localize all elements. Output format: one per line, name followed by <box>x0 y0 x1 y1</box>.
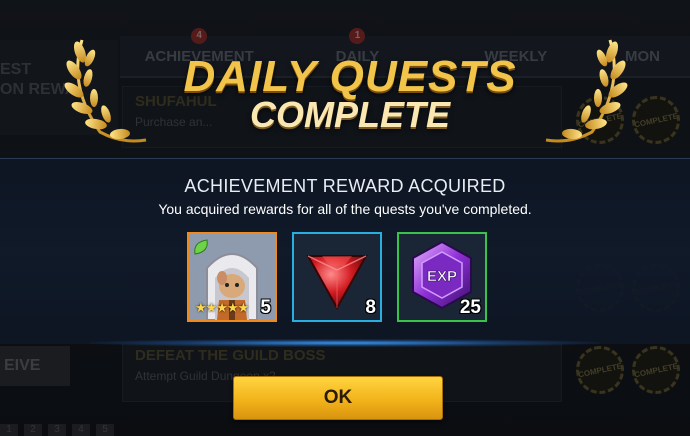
svg-text:EXP: EXP <box>427 268 457 285</box>
star-rating: ★★★★★ <box>195 300 249 315</box>
leaf-element-icon <box>194 239 208 255</box>
reward-slot-exp[interactable]: EXP 25 <box>397 232 487 322</box>
panel-glow <box>90 339 600 347</box>
reward-description: You acquired rewards for all of the ques… <box>158 201 532 217</box>
laurel-left-icon <box>64 39 147 143</box>
modal-title-sub: COMPLETE <box>249 94 450 135</box>
reward-count: 8 <box>365 297 376 318</box>
reward-count: 25 <box>459 297 481 318</box>
reward-slot-hero[interactable]: ★★★★★ 5 <box>187 232 277 322</box>
reward-count: 5 <box>260 297 271 318</box>
reward-heading: ACHIEVEMENT REWARD ACQUIRED <box>184 176 506 196</box>
reward-slot-gem[interactable]: 8 <box>292 232 382 322</box>
ok-button[interactable]: OK <box>233 376 443 420</box>
